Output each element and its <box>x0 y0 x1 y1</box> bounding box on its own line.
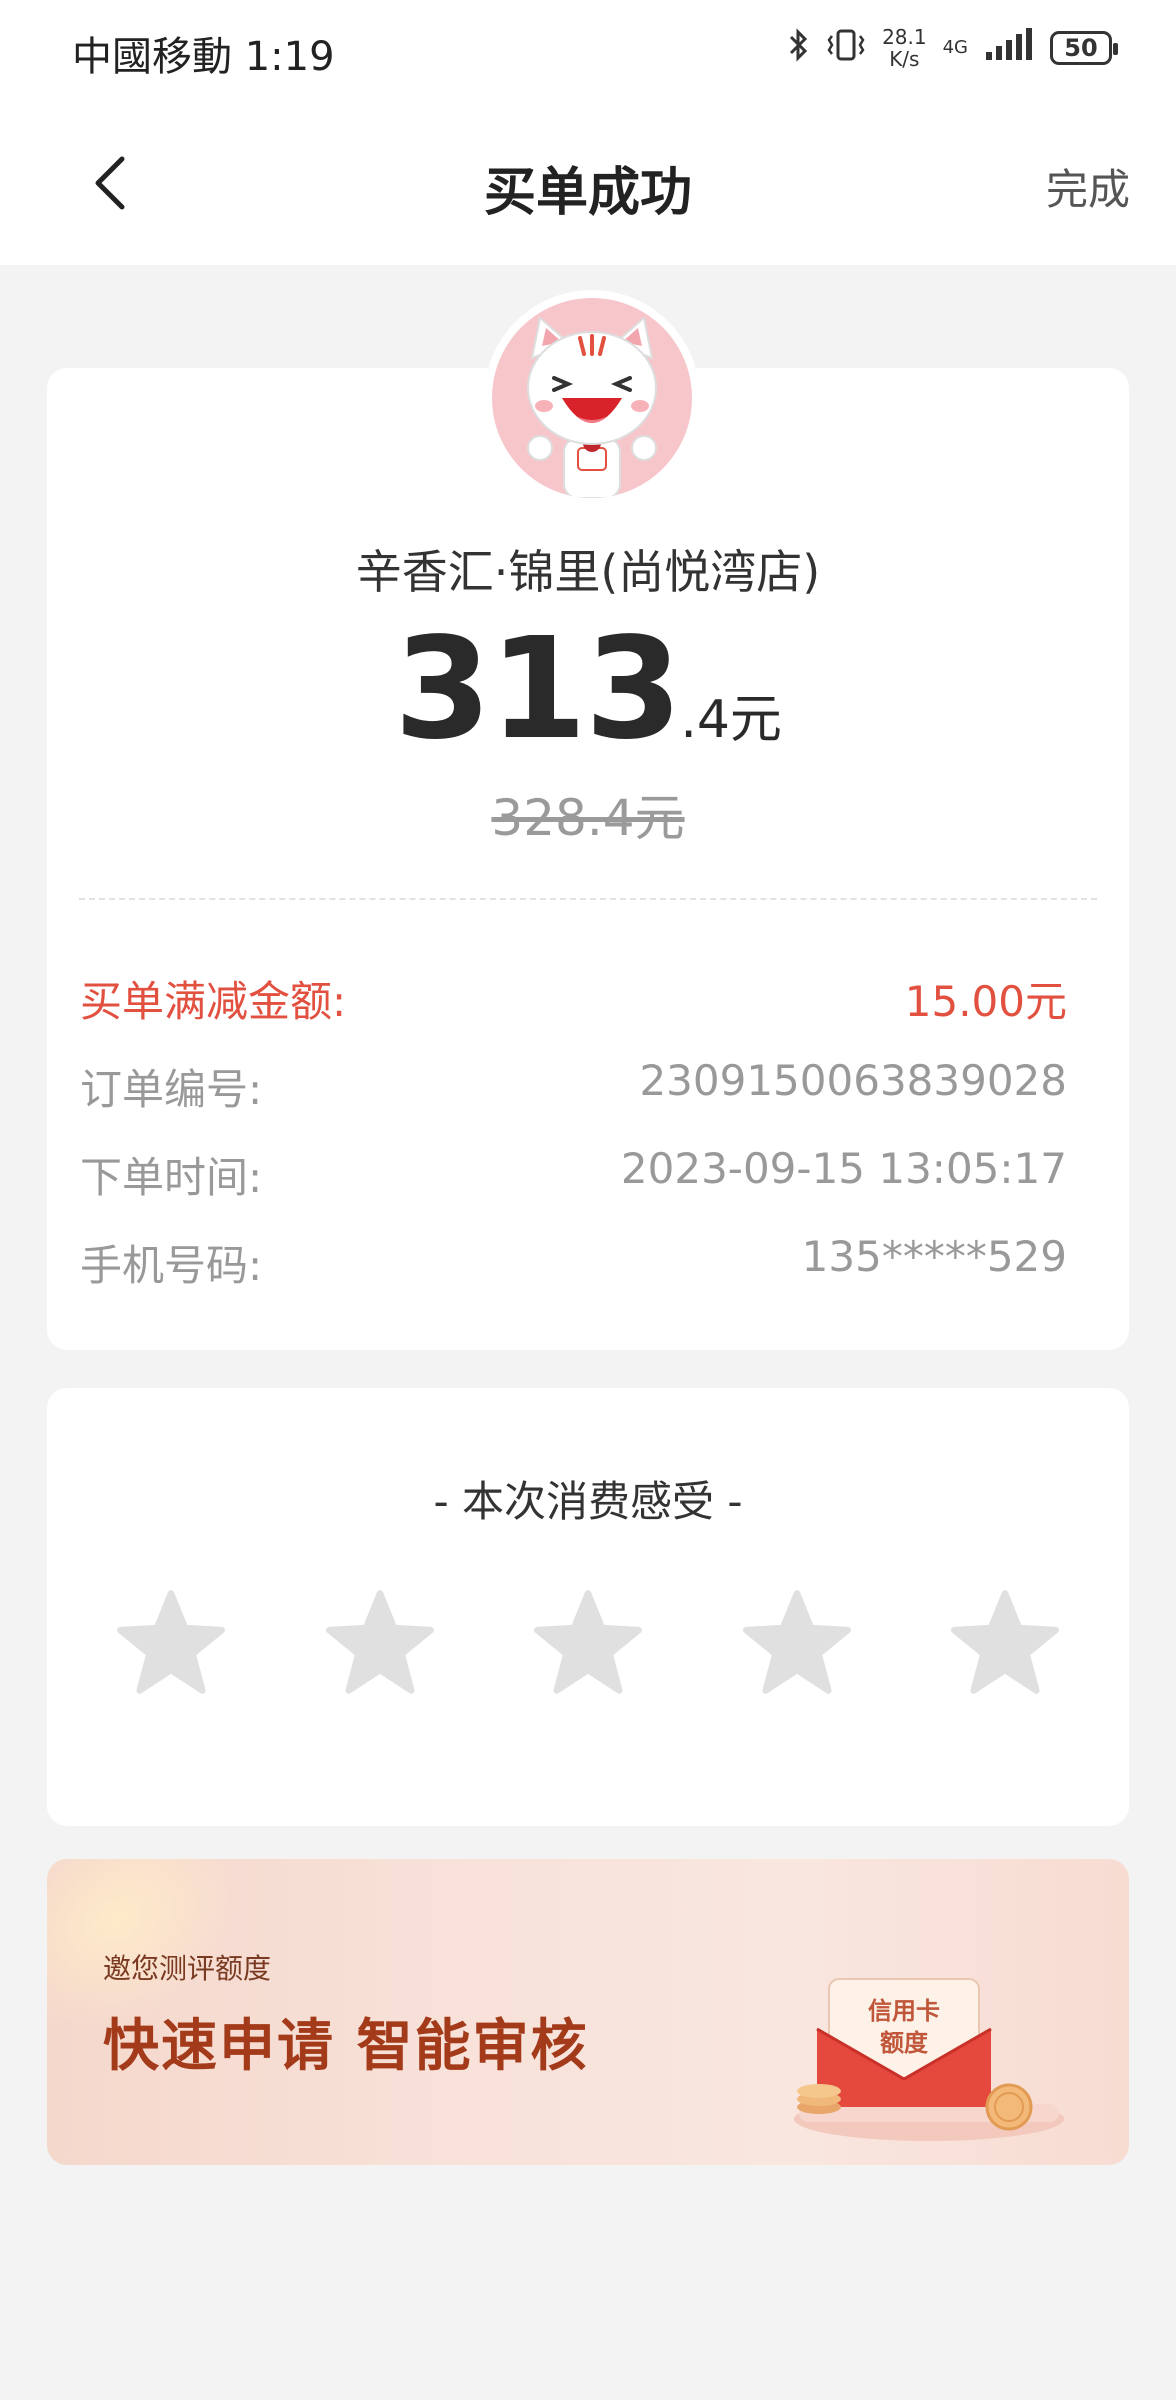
order-time-label: 下单时间: <box>80 1153 263 1202</box>
rating-card: - 本次消费感受 - <box>47 1388 1129 1826</box>
nav-bar: 买单成功 完成 <box>0 100 1176 265</box>
star-icon-4[interactable] <box>742 1588 851 1696</box>
banner-title: 快速申请 智能审核 <box>103 2013 589 2079</box>
star-icon-5[interactable] <box>951 1588 1059 1696</box>
discount-label: 买单满减金额: <box>80 977 347 1026</box>
order-time-row: 下单时间: 2023-09-15 13:05:17 <box>80 1144 1067 1205</box>
cat-mascot-icon <box>492 298 692 498</box>
discount-value: 15.00元 <box>904 977 1067 1026</box>
order-number-row: 订单编号: 2309150063839028 <box>80 1056 1067 1117</box>
order-number-value: 2309150063839028 <box>639 1056 1067 1105</box>
network-type: 4G <box>942 37 968 58</box>
star-icon-2[interactable] <box>325 1588 434 1696</box>
star-icon-3[interactable] <box>534 1588 642 1696</box>
phone-label: 手机号码: <box>80 1241 263 1290</box>
star-rating <box>117 1588 1059 1696</box>
order-time-value: 2023-09-15 13:05:17 <box>620 1144 1067 1193</box>
order-summary-card: 辛香汇·锦里(尚悦湾店) 313.4元 328.4元 买单满减金额: 15.00… <box>47 368 1129 1350</box>
mascot-avatar <box>484 290 700 506</box>
status-icons: 28.1 K/s 4G 50 <box>788 25 1118 71</box>
amount-decimal: .4元 <box>680 690 782 750</box>
banner-subtitle: 邀您测评额度 <box>103 1952 272 1985</box>
net-speed: 28.1 K/s <box>882 25 927 71</box>
star-icon-1[interactable] <box>117 1588 225 1696</box>
status-bar: 中國移動 1:19 28.1 K/s 4G 50 <box>0 0 1176 100</box>
phone-value: 135*****529 <box>801 1232 1067 1281</box>
paid-amount: 313.4元 <box>47 608 1129 771</box>
red-envelope-icon: 信用卡 额度 <box>794 1978 1064 2141</box>
order-number-label: 订单编号: <box>80 1065 263 1114</box>
page-title: 买单成功 <box>483 163 692 223</box>
svg-text:额度: 额度 <box>880 2029 929 2057</box>
amount-integer: 313 <box>394 608 682 771</box>
svg-text:信用卡: 信用卡 <box>868 1997 940 2025</box>
battery-icon: 50 <box>1050 31 1118 65</box>
vibrate-icon <box>826 28 866 69</box>
rating-title: - 本次消费感受 - <box>433 1477 743 1526</box>
carrier-time: 中國移動 1:19 <box>72 34 335 80</box>
bluetooth-icon <box>788 27 810 69</box>
divider <box>79 898 1097 900</box>
credit-card-promo-banner[interactable]: 邀您测评额度 快速申请 智能审核 信用卡 额度 <box>47 1859 1129 2165</box>
discount-row: 买单满减金额: 15.00元 <box>80 968 1067 1029</box>
signal-icon <box>984 27 1034 69</box>
phone-row: 手机号码: 135*****529 <box>80 1232 1067 1293</box>
merchant-name: 辛香汇·锦里(尚悦湾店) <box>355 545 821 599</box>
done-button[interactable]: 完成 <box>1046 156 1130 217</box>
original-price: 328.4元 <box>491 789 685 847</box>
